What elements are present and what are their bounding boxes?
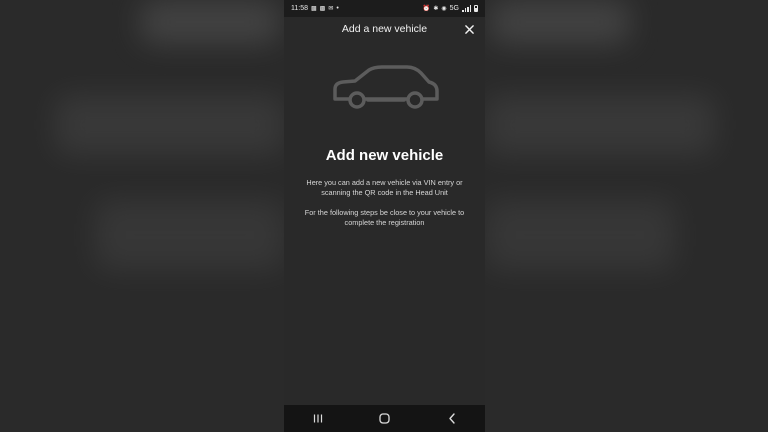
page-title: Add new vehicle [325, 147, 444, 164]
bluetooth-icon: ✱ [433, 5, 439, 12]
location-icon: ◉ [441, 5, 447, 12]
home-button[interactable] [370, 409, 400, 429]
battery-icon [474, 5, 478, 12]
background-blur-shape [485, 200, 675, 270]
recents-icon [313, 414, 322, 423]
status-dot: • [336, 5, 339, 12]
notification-mail-icon: ✉ [328, 5, 334, 12]
system-nav-bar [284, 405, 485, 432]
app-header: Add a new vehicle [284, 17, 485, 41]
description-text: Here you can add a new vehicle via VIN e… [306, 178, 463, 197]
background-blur-shape [490, 0, 630, 44]
background-blur-shape [55, 95, 285, 155]
status-time: 11:58 [291, 5, 308, 12]
header-title: Add a new vehicle [341, 23, 428, 35]
status-left: 11:58 ▩ ▩ ✉ • [291, 5, 339, 12]
signal-icon [462, 5, 471, 12]
home-icon [379, 413, 390, 424]
instruction-text: For the following steps be close to your… [304, 208, 465, 227]
alarm-icon: ⏰ [422, 5, 431, 12]
recents-button[interactable] [303, 409, 333, 429]
status-right: ⏰ ✱ ◉ 5G [423, 5, 478, 12]
network-type: 5G [449, 5, 459, 12]
car-icon [332, 65, 439, 109]
status-bar: 11:58 ▩ ▩ ✉ • ⏰ ✱ ◉ 5G [284, 0, 485, 17]
close-button[interactable] [461, 21, 477, 37]
notification-app-icon: ▩ [311, 5, 317, 12]
back-icon [448, 413, 455, 424]
car-illustration [284, 63, 485, 111]
notification-app-icon: ▩ [319, 5, 326, 12]
phone-screen: 11:58 ▩ ▩ ✉ • ⏰ ✱ ◉ 5G Add a new vehicle [284, 0, 485, 432]
background-blur-shape [95, 200, 285, 270]
back-button[interactable] [437, 409, 467, 429]
background-blur-shape [140, 0, 280, 44]
close-icon [464, 24, 474, 34]
background-blur-shape [485, 95, 715, 155]
